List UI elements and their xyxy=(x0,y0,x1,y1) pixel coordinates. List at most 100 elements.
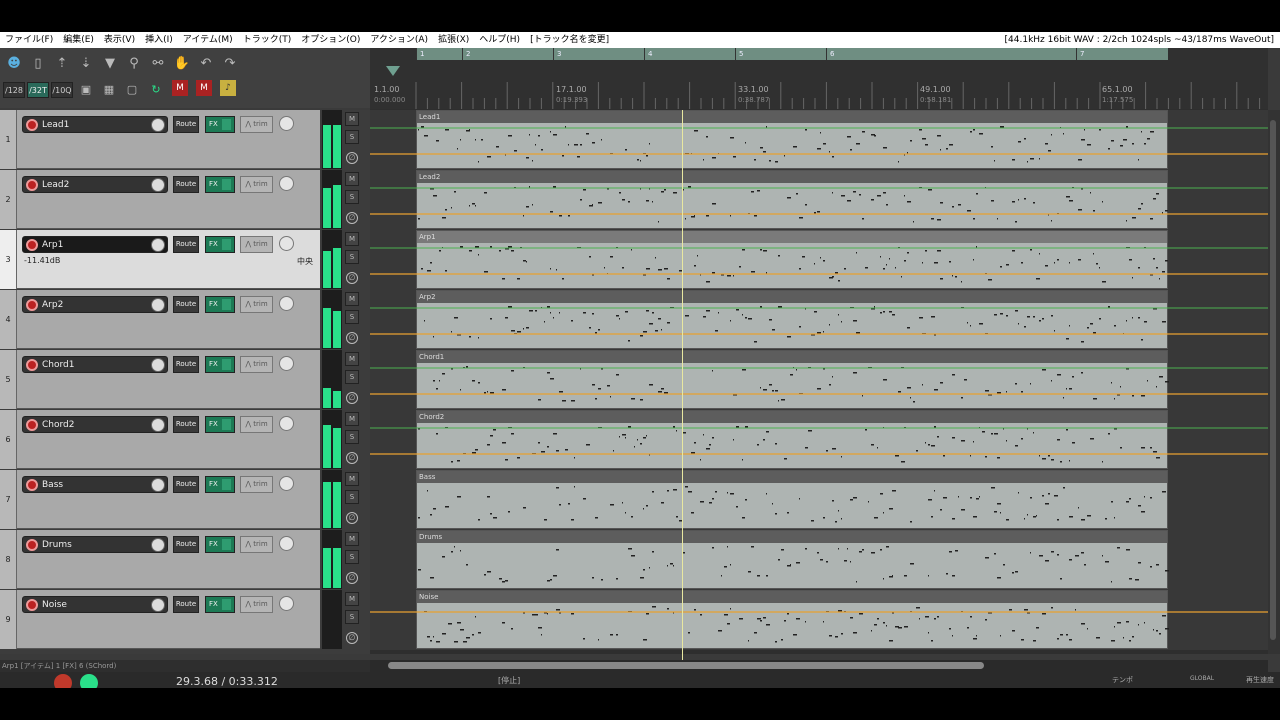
track-lane[interactable]: Lead2 xyxy=(370,170,1268,230)
mute-button[interactable]: M xyxy=(345,292,359,306)
trim-button[interactable]: ⋀ trim xyxy=(240,596,273,613)
phase-invert-button[interactable]: ∅ xyxy=(346,272,358,284)
pan-knob[interactable] xyxy=(279,596,294,611)
pan-knob[interactable] xyxy=(279,116,294,131)
volume-knob[interactable] xyxy=(151,238,165,252)
phase-invert-button[interactable]: ∅ xyxy=(346,392,358,404)
track-header-noise[interactable]: 9 Noise Route FX ⋀ trim xyxy=(0,590,320,649)
track-number[interactable]: 1 xyxy=(0,110,17,169)
track-lane[interactable]: Arp2 xyxy=(370,290,1268,350)
edit-cursor[interactable] xyxy=(682,110,683,688)
record-arm-icon[interactable] xyxy=(26,299,38,311)
route-button[interactable]: Route xyxy=(173,596,199,613)
grab-hand-icon[interactable]: ✋ xyxy=(172,54,192,74)
track-number[interactable]: 3 xyxy=(0,230,17,289)
trim-button[interactable]: ⋀ trim xyxy=(240,476,273,493)
phase-invert-button[interactable]: ∅ xyxy=(346,632,358,644)
track-header-chord1[interactable]: 5 Chord1 Route FX ⋀ trim xyxy=(0,350,320,409)
menu-insert[interactable]: 挿入(I) xyxy=(140,32,178,48)
undo-icon[interactable]: ↶ xyxy=(196,54,216,74)
volume-knob[interactable] xyxy=(151,118,165,132)
route-button[interactable]: Route xyxy=(173,236,199,253)
phase-invert-button[interactable]: ∅ xyxy=(346,452,358,464)
pan-knob[interactable] xyxy=(279,476,294,491)
track-name-field[interactable]: Drums xyxy=(22,536,168,553)
mute-button[interactable]: M xyxy=(345,592,359,606)
track-meter[interactable] xyxy=(322,350,342,409)
solo-button[interactable]: S xyxy=(345,250,359,264)
solo-button[interactable]: S xyxy=(345,310,359,324)
global-label[interactable]: GLOBAL xyxy=(1190,675,1214,682)
track-name-field[interactable]: Noise xyxy=(22,596,168,613)
record-arm-icon[interactable] xyxy=(26,179,38,191)
menu-item[interactable]: アイテム(M) xyxy=(178,32,238,48)
solo-button[interactable]: S xyxy=(345,130,359,144)
fx-button[interactable]: FX xyxy=(205,596,235,613)
volume-knob[interactable] xyxy=(151,418,165,432)
filter-icon[interactable]: ▼ xyxy=(100,54,120,74)
fx-bypass-icon[interactable] xyxy=(221,358,231,370)
mute-button[interactable]: M xyxy=(345,352,359,366)
volume-knob[interactable] xyxy=(151,478,165,492)
fx-button[interactable]: FX xyxy=(205,116,235,133)
track-lane[interactable]: Noise xyxy=(370,590,1268,650)
timeline-ruler[interactable]: 1 2 3 4 5 6 7 1.1.00 0:00.000 17.1.00 0:19… xyxy=(370,48,1268,109)
horizontal-scrollbar[interactable] xyxy=(370,660,1268,672)
record-mode-icon[interactable]: M xyxy=(172,80,188,96)
fx-button[interactable]: FX xyxy=(205,176,235,193)
menu-help[interactable]: ヘルプ(H) xyxy=(474,32,525,48)
track-name-field[interactable]: Chord1 xyxy=(22,356,168,373)
track-name-field[interactable]: Lead2 xyxy=(22,176,168,193)
fx-bypass-icon[interactable] xyxy=(221,598,231,610)
track-header-drums[interactable]: 8 Drums Route FX ⋀ trim xyxy=(0,530,320,589)
phase-invert-button[interactable]: ∅ xyxy=(346,572,358,584)
route-button[interactable]: Route xyxy=(173,536,199,553)
grid-32t-button[interactable]: /32T xyxy=(27,82,49,98)
track-number[interactable]: 8 xyxy=(0,530,17,589)
record-arm-icon[interactable] xyxy=(26,419,38,431)
solo-button[interactable]: S xyxy=(345,490,359,504)
fx-browser-icon[interactable]: ▣ xyxy=(76,80,96,100)
fx-button[interactable]: FX xyxy=(205,296,235,313)
mute-button[interactable]: M xyxy=(345,412,359,426)
menu-view[interactable]: 表示(V) xyxy=(99,32,140,48)
track-meter[interactable] xyxy=(322,410,342,469)
trim-button[interactable]: ⋀ trim xyxy=(240,116,273,133)
trim-button[interactable]: ⋀ trim xyxy=(240,356,273,373)
fx-bypass-icon[interactable] xyxy=(221,118,231,130)
play-button[interactable] xyxy=(80,674,98,688)
menu-track[interactable]: トラック(T) xyxy=(238,32,297,48)
pan-knob[interactable] xyxy=(279,356,294,371)
pan-knob[interactable] xyxy=(279,296,294,311)
route-button[interactable]: Route xyxy=(173,116,199,133)
pan-knob[interactable] xyxy=(279,236,294,251)
horizontal-scroll-thumb[interactable] xyxy=(388,662,984,669)
record-arm-icon[interactable] xyxy=(26,359,38,371)
track-number[interactable]: 2 xyxy=(0,170,17,229)
trim-button[interactable]: ⋀ trim xyxy=(240,416,273,433)
trim-button[interactable]: ⋀ trim xyxy=(240,536,273,553)
track-name-field[interactable]: Bass xyxy=(22,476,168,493)
record-arm-icon[interactable] xyxy=(26,539,38,551)
track-number[interactable]: 5 xyxy=(0,350,17,409)
route-button[interactable]: Route xyxy=(173,416,199,433)
volume-knob[interactable] xyxy=(151,598,165,612)
phase-invert-button[interactable]: ∅ xyxy=(346,152,358,164)
fx-bypass-icon[interactable] xyxy=(221,238,231,250)
fx-bypass-icon[interactable] xyxy=(221,178,231,190)
route-button[interactable]: Route xyxy=(173,356,199,373)
menu-actions[interactable]: アクション(A) xyxy=(365,32,433,48)
track-name-field[interactable]: Arp1 xyxy=(22,236,168,253)
track-name-field[interactable]: Arp2 xyxy=(22,296,168,313)
menu-extensions[interactable]: 拡張(X) xyxy=(433,32,474,48)
track-meter[interactable] xyxy=(322,230,342,289)
record-arm-icon[interactable] xyxy=(26,599,38,611)
fx-button[interactable]: FX xyxy=(205,356,235,373)
record-monitor-icon[interactable]: M xyxy=(196,80,212,96)
solo-button[interactable]: S xyxy=(345,550,359,564)
track-header-arp1[interactable]: 3 Arp1 Route FX ⋀ trim -11.41dB 中央 xyxy=(0,230,320,289)
mute-button[interactable]: M xyxy=(345,232,359,246)
track-header-lead2[interactable]: 2 Lead2 Route FX ⋀ trim xyxy=(0,170,320,229)
track-name-field[interactable]: Chord2 xyxy=(22,416,168,433)
volume-knob[interactable] xyxy=(151,298,165,312)
